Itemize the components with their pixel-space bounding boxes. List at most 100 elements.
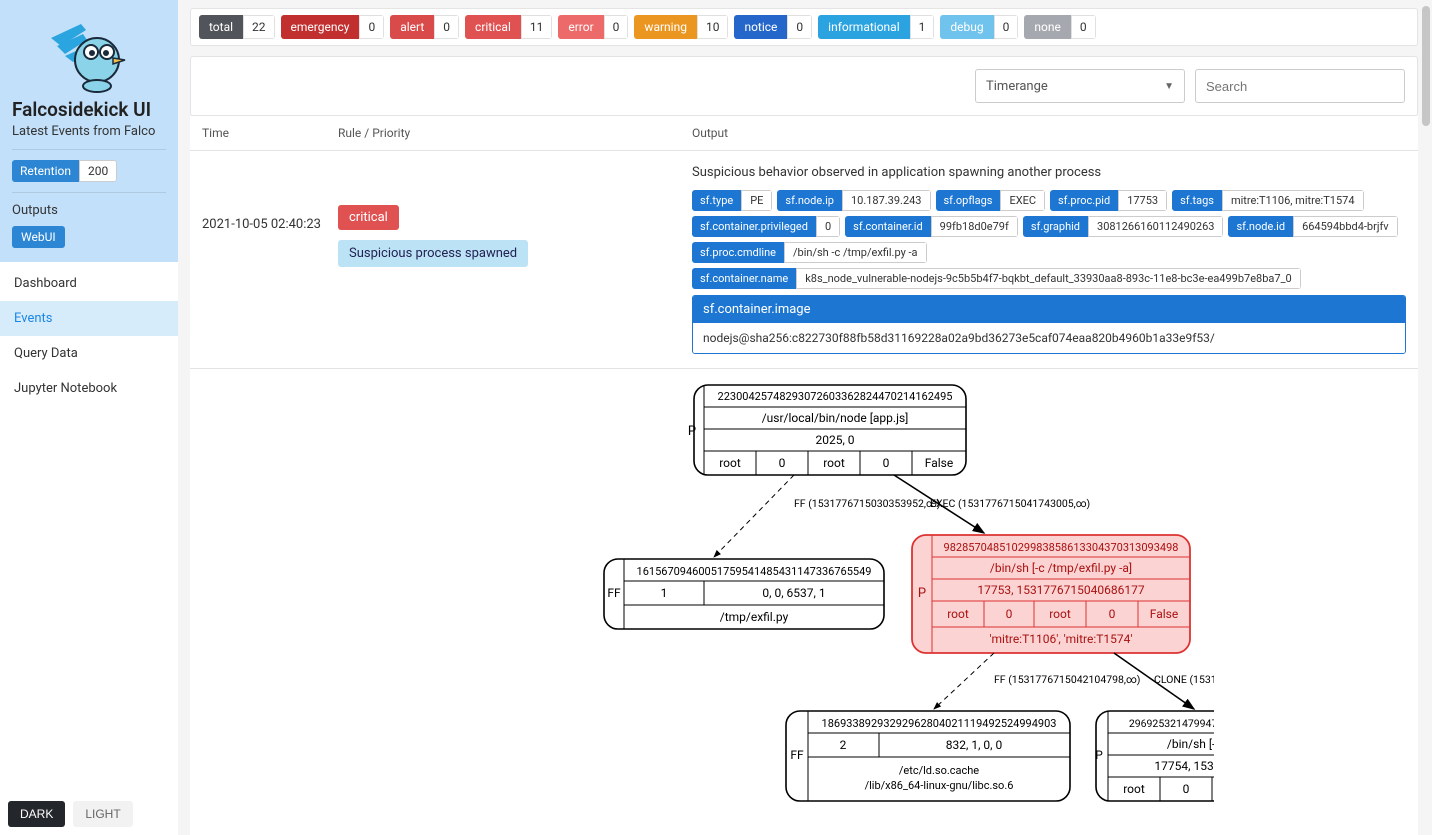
- svg-text:/bin/sh [-c /tmp/exfil.py -a]: /bin/sh [-c /tmp/exfil.py -a]: [990, 561, 1132, 575]
- svg-text:17753, 1531776715040686177: 17753, 1531776715040686177: [977, 583, 1144, 597]
- scrollbar[interactable]: [1422, 6, 1430, 126]
- svg-text:root: root: [947, 607, 969, 621]
- tag[interactable]: sf.typePE: [692, 190, 772, 211]
- pill-count: 0: [787, 15, 812, 39]
- tag-key: sf.type: [692, 190, 741, 211]
- app-subtitle: Latest Events from Falco: [12, 124, 166, 139]
- container-image-tag[interactable]: sf.container.image nodejs@sha256:c822730…: [692, 295, 1406, 354]
- pill-count: 0: [1071, 15, 1096, 39]
- retention-label: Retention: [12, 160, 79, 182]
- svg-text:False: False: [1150, 607, 1178, 621]
- app-title: Falcosidekick UI: [12, 98, 166, 121]
- svg-text:0, 0, 6537, 1: 0, 0, 6537, 1: [762, 586, 825, 600]
- graph-node-ff2: FF 1869338929329296280402111949252499490…: [786, 711, 1070, 801]
- retention-pill[interactable]: Retention 200: [12, 160, 166, 182]
- pill-count: 0: [994, 15, 1019, 39]
- filter-notice[interactable]: notice0: [734, 15, 812, 39]
- main-content: total22emergency0alert0critical11error0w…: [178, 0, 1432, 835]
- pill-label: none: [1024, 15, 1070, 39]
- svg-text:2: 2: [840, 738, 847, 752]
- svg-text:FF (1531776715042104798,∞): FF (1531776715042104798,∞): [994, 673, 1140, 686]
- tag[interactable]: sf.proc.cmdline/bin/sh -c /tmp/exfil.py …: [692, 242, 927, 263]
- process-graph: P 22300425748293072603362824470214162495…: [190, 369, 1418, 831]
- tag[interactable]: sf.tagsmitre:T1106, mitre:T1574: [1172, 190, 1363, 211]
- svg-text:False: False: [925, 456, 953, 470]
- nav-query-data[interactable]: Query Data: [0, 336, 178, 371]
- svg-text:1: 1: [661, 586, 668, 600]
- tag[interactable]: sf.node.ip10.187.39.243: [777, 190, 930, 211]
- tags: sf.typePEsf.node.ip10.187.39.243 sf.opfla…: [692, 190, 1406, 289]
- svg-text:0: 0: [779, 456, 786, 470]
- pill-label: debug: [940, 15, 993, 39]
- pill-label: informational: [818, 15, 909, 39]
- svg-text:P: P: [688, 424, 696, 439]
- graph-node-top: P 22300425748293072603362824470214162495…: [688, 385, 966, 475]
- tag-key: sf.container.id: [845, 216, 931, 237]
- pill-count: 1: [910, 15, 935, 39]
- nav-events[interactable]: Events: [0, 301, 178, 336]
- tag-key: sf.node.id: [1228, 216, 1293, 237]
- tag-value: 99fb18d0e79f: [931, 216, 1018, 237]
- svg-text:832, 1, 0, 0: 832, 1, 0, 0: [946, 738, 1003, 752]
- tag[interactable]: sf.opflagsEXEC: [936, 190, 1046, 211]
- pill-label: alert: [390, 15, 434, 39]
- filter-critical[interactable]: critical11: [465, 15, 552, 39]
- svg-text:root: root: [1049, 607, 1071, 621]
- filter-alert[interactable]: alert0: [390, 15, 459, 39]
- tag[interactable]: sf.container.id99fb18d0e79f: [845, 216, 1018, 237]
- timerange-label: Timerange: [986, 79, 1048, 94]
- outputs-label: Outputs: [12, 203, 166, 218]
- pill-label: emergency: [281, 15, 360, 39]
- rule-name: Suspicious process spawned: [338, 240, 528, 267]
- filter-informational[interactable]: informational1: [818, 15, 934, 39]
- nav-jupyter[interactable]: Jupyter Notebook: [0, 371, 178, 406]
- filter-warning[interactable]: warning10: [634, 15, 728, 39]
- tag-value: 17753: [1118, 190, 1167, 211]
- output-webui-pill[interactable]: WebUI: [12, 226, 65, 248]
- svg-text:0: 0: [1109, 607, 1116, 621]
- pill-label: total: [199, 15, 243, 39]
- chevron-down-icon: ▼: [1164, 81, 1174, 92]
- event-row[interactable]: informational Container entrypoint "node…: [190, 831, 1418, 835]
- tag[interactable]: sf.node.id664594bbd4-brjfv: [1228, 216, 1397, 237]
- col-rule: Rule / Priority: [338, 126, 692, 140]
- col-time: Time: [202, 126, 338, 140]
- tag-value: mitre:T1106, mitre:T1574: [1222, 190, 1364, 211]
- tag[interactable]: sf.container.privileged0: [692, 216, 840, 237]
- nav-dashboard[interactable]: Dashboard: [0, 266, 178, 301]
- tag-key: sf.proc.pid: [1050, 190, 1118, 211]
- tag[interactable]: sf.container.namek8s_node_vulnerable-nod…: [692, 268, 1301, 289]
- pill-count: 0: [359, 15, 384, 39]
- tag-key: sf.graphid: [1023, 216, 1088, 237]
- col-output: Output: [692, 126, 1406, 140]
- svg-text:'mitre:T1106', 'mitre:T1574': 'mitre:T1106', 'mitre:T1574': [990, 632, 1133, 646]
- event-row[interactable]: 2021-10-05 02:40:23 critical Suspicious …: [190, 151, 1418, 369]
- output-title: Suspicious behavior observed in applicat…: [692, 165, 1406, 180]
- pill-label: error: [558, 15, 603, 39]
- search-input[interactable]: [1195, 69, 1405, 103]
- filter-debug[interactable]: debug0: [940, 15, 1018, 39]
- filter-emergency[interactable]: emergency0: [281, 15, 385, 39]
- svg-text:/lib/x86_64-linux-gnu/libc.so.: /lib/x86_64-linux-gnu/libc.so.6: [865, 779, 1014, 792]
- svg-text:/etc/ld.so.cache: /etc/ld.so.cache: [899, 764, 979, 777]
- svg-text:17754, 1531776715048770544: 17754, 1531776715048770544: [1154, 759, 1214, 773]
- pill-count: 11: [521, 15, 553, 39]
- controls-row: Timerange ▼: [190, 56, 1418, 116]
- tag[interactable]: sf.proc.pid17753: [1050, 190, 1167, 211]
- filter-total[interactable]: total22: [199, 15, 275, 39]
- light-button[interactable]: LIGHT: [73, 801, 132, 827]
- tag[interactable]: sf.graphid3081266160112490263: [1023, 216, 1224, 237]
- pill-label: notice: [734, 15, 787, 39]
- filter-none[interactable]: none0: [1024, 15, 1095, 39]
- tag-key: sf.node.ip: [777, 190, 842, 211]
- event-rule: critical Suspicious process spawned: [338, 165, 692, 267]
- tag-value: nodejs@sha256:c822730f88fb58d31169228a02…: [693, 323, 1405, 353]
- svg-text:/bin/sh [-c /tmp/exfil.py -a]: /bin/sh [-c /tmp/exfil.py -a]: [1167, 737, 1214, 751]
- timerange-select[interactable]: Timerange ▼: [975, 69, 1185, 103]
- tag-key: sf.container.image: [693, 296, 1405, 323]
- tag-value: k8s_node_vulnerable-nodejs-9c5b5b4f7-bqk…: [796, 268, 1301, 289]
- filter-error[interactable]: error0: [558, 15, 628, 39]
- tag-key: sf.opflags: [936, 190, 1001, 211]
- svg-text:296925321479947111565410335072: 2969253214799471115654103350721704600: [1129, 717, 1214, 730]
- dark-button[interactable]: DARK: [8, 801, 65, 827]
